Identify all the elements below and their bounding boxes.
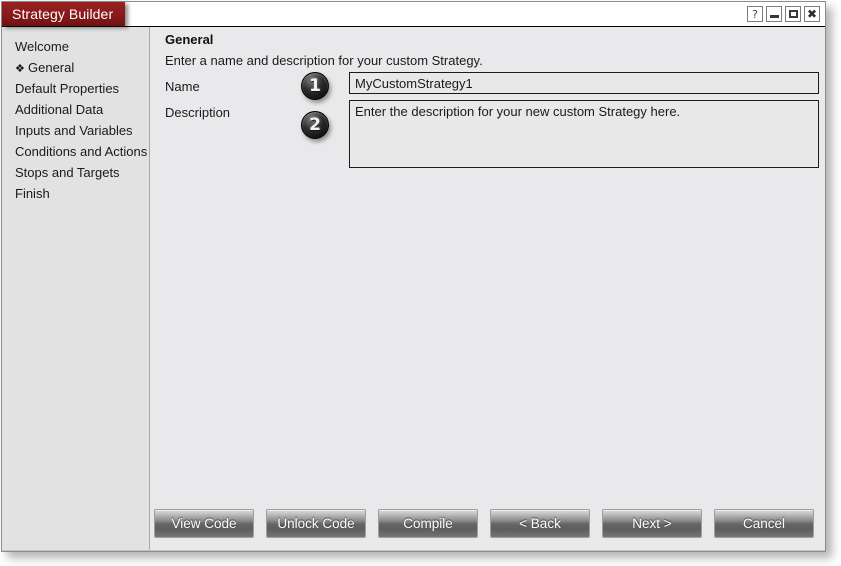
wizard-button-bar: View Code Unlock Code Compile < Back Nex…	[151, 495, 825, 551]
description-input[interactable]	[349, 100, 819, 168]
minimize-button[interactable]	[766, 6, 782, 22]
close-icon: ✖	[806, 7, 818, 21]
sidebar-item-label: Additional Data	[15, 102, 104, 117]
description-label: Description	[165, 105, 231, 120]
window-bottom-edge	[2, 550, 825, 551]
wizard-step-sidebar: Welcome ❖ General Default Properties Addi…	[2, 27, 150, 551]
help-button[interactable]: ?	[747, 6, 763, 22]
sidebar-item-label: Conditions and Actions	[15, 144, 148, 159]
maximize-icon	[788, 10, 798, 18]
sidebar-item-label: Default Properties	[15, 81, 120, 96]
minimize-icon	[769, 15, 779, 18]
page-title: General	[165, 32, 214, 47]
sidebar-item-conditions-and-actions[interactable]: Conditions and Actions	[2, 141, 149, 162]
back-button[interactable]: < Back	[490, 508, 590, 538]
next-button[interactable]: Next >	[602, 508, 702, 538]
window-body: Welcome ❖ General Default Properties Addi…	[2, 27, 825, 551]
sidebar-item-general[interactable]: ❖ General	[2, 57, 149, 78]
sidebar-item-finish[interactable]: Finish	[2, 183, 149, 204]
window-title-tab: Strategy Builder	[2, 2, 126, 26]
sidebar-item-welcome[interactable]: Welcome	[2, 36, 149, 57]
page-subtitle: Enter a name and description for your cu…	[165, 53, 483, 68]
unlock-code-button[interactable]: Unlock Code	[266, 508, 366, 538]
sidebar-item-default-properties[interactable]: Default Properties	[2, 78, 149, 99]
main-content-panel: General Enter a name and description for…	[151, 27, 825, 551]
screenshot-root: Strategy Builder ? ✖ Welcome ❖ General D…	[0, 0, 841, 566]
maximize-button[interactable]	[785, 6, 801, 22]
sidebar-item-label: Stops and Targets	[15, 165, 120, 180]
question-mark-icon: ?	[752, 7, 758, 21]
sidebar-item-label: General	[28, 60, 75, 75]
current-step-icon: ❖	[15, 62, 25, 75]
sidebar-item-inputs-and-variables[interactable]: Inputs and Variables	[2, 120, 149, 141]
sidebar-item-label: Finish	[15, 186, 50, 201]
compile-button[interactable]: Compile	[378, 508, 478, 538]
cancel-button[interactable]: Cancel	[714, 508, 814, 538]
window-controls: ? ✖	[747, 6, 820, 22]
callout-badge-2: 2	[301, 111, 329, 139]
window-title-text: Strategy Builder	[12, 6, 114, 22]
sidebar-item-additional-data[interactable]: Additional Data	[2, 99, 149, 120]
sidebar-item-label: Inputs and Variables	[15, 123, 133, 138]
name-label: Name	[165, 79, 200, 94]
callout-badge-1: 1	[301, 72, 329, 100]
title-bar: Strategy Builder ? ✖	[2, 2, 825, 27]
sidebar-item-stops-and-targets[interactable]: Stops and Targets	[2, 162, 149, 183]
name-input[interactable]	[349, 72, 819, 94]
sidebar-item-label: Welcome	[15, 39, 69, 54]
view-code-button[interactable]: View Code	[154, 508, 254, 538]
strategy-builder-window: Strategy Builder ? ✖ Welcome ❖ General D…	[1, 1, 826, 552]
close-button[interactable]: ✖	[804, 6, 820, 22]
